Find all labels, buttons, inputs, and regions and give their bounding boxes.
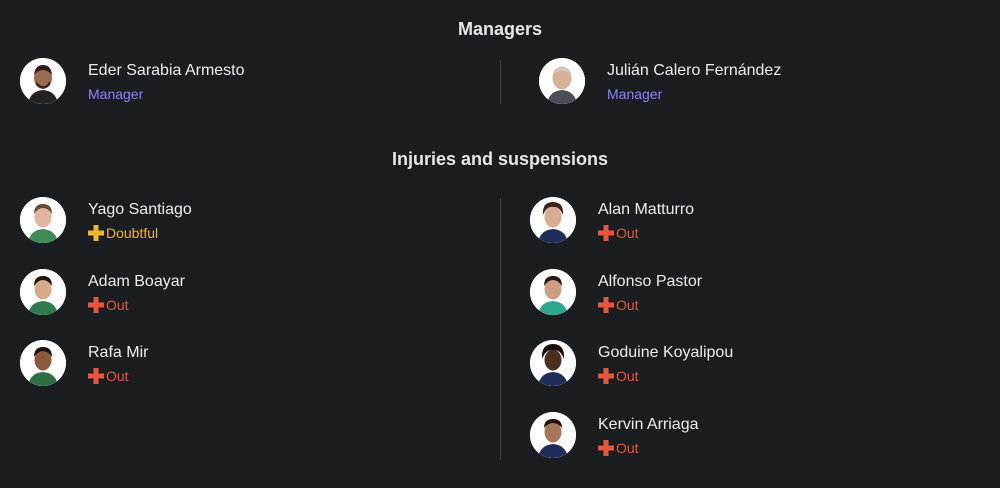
status-badge: Out (88, 368, 129, 386)
player-name: Yago Santiago (88, 201, 192, 218)
status-label: Out (616, 440, 639, 456)
avatar (530, 340, 576, 386)
avatar (20, 340, 66, 386)
avatar (20, 269, 66, 315)
manager-role: Manager (88, 86, 144, 102)
status-label: Out (616, 297, 639, 313)
status-label: Out (616, 368, 639, 384)
player-name: Kervin Arriaga (598, 416, 699, 433)
player-name: Rafa Mir (88, 344, 149, 361)
status-badge: Out (598, 225, 639, 243)
status-badge: Out (88, 297, 129, 315)
status-badge: Doubtful (88, 225, 158, 243)
avatar (530, 412, 576, 458)
injured-player-item[interactable]: Alan Matturro Out (530, 197, 930, 245)
status-label: Out (616, 225, 639, 241)
column-divider (500, 60, 501, 104)
injured-player-item[interactable]: Goduine Koyalipou Out (530, 340, 930, 388)
avatar (530, 197, 576, 243)
manager-item[interactable]: Eder Sarabia Armesto Manager (20, 58, 420, 106)
cross-icon (598, 297, 614, 313)
status-badge: Out (598, 297, 639, 315)
avatar (20, 197, 66, 243)
cross-icon (598, 368, 614, 384)
status-label: Out (106, 297, 129, 313)
injured-player-item[interactable]: Yago Santiago Doubtful (20, 197, 420, 245)
managers-heading: Managers (457, 19, 543, 39)
player-name: Goduine Koyalipou (598, 344, 734, 361)
status-label: Doubtful (106, 225, 159, 241)
injured-player-item[interactable]: Alfonso Pastor Out (530, 269, 930, 317)
cross-icon (88, 368, 104, 384)
cross-icon (88, 297, 104, 313)
injuries-heading: Injuries and suspensions (391, 149, 609, 169)
injured-player-item[interactable]: Rafa Mir Out (20, 340, 420, 388)
manager-name: Eder Sarabia Armesto (88, 62, 245, 79)
manager-name: Julián Calero Fernández (607, 62, 782, 79)
status-badge: Out (598, 368, 639, 386)
cross-icon (598, 440, 614, 456)
player-name: Alfonso Pastor (598, 273, 703, 290)
player-name: Alan Matturro (598, 201, 695, 218)
avatar (530, 269, 576, 315)
cross-icon (598, 225, 614, 241)
avatar (539, 58, 585, 104)
column-divider (500, 198, 501, 460)
manager-item[interactable]: Julián Calero Fernández Manager (539, 58, 939, 106)
avatar (20, 58, 66, 104)
player-name: Adam Boayar (88, 273, 185, 290)
manager-role: Manager (607, 86, 663, 102)
status-label: Out (106, 368, 129, 384)
status-badge: Out (598, 440, 639, 458)
injured-player-item[interactable]: Kervin Arriaga Out (530, 412, 930, 460)
injured-player-item[interactable]: Adam Boayar Out (20, 269, 420, 317)
cross-icon (88, 225, 104, 241)
